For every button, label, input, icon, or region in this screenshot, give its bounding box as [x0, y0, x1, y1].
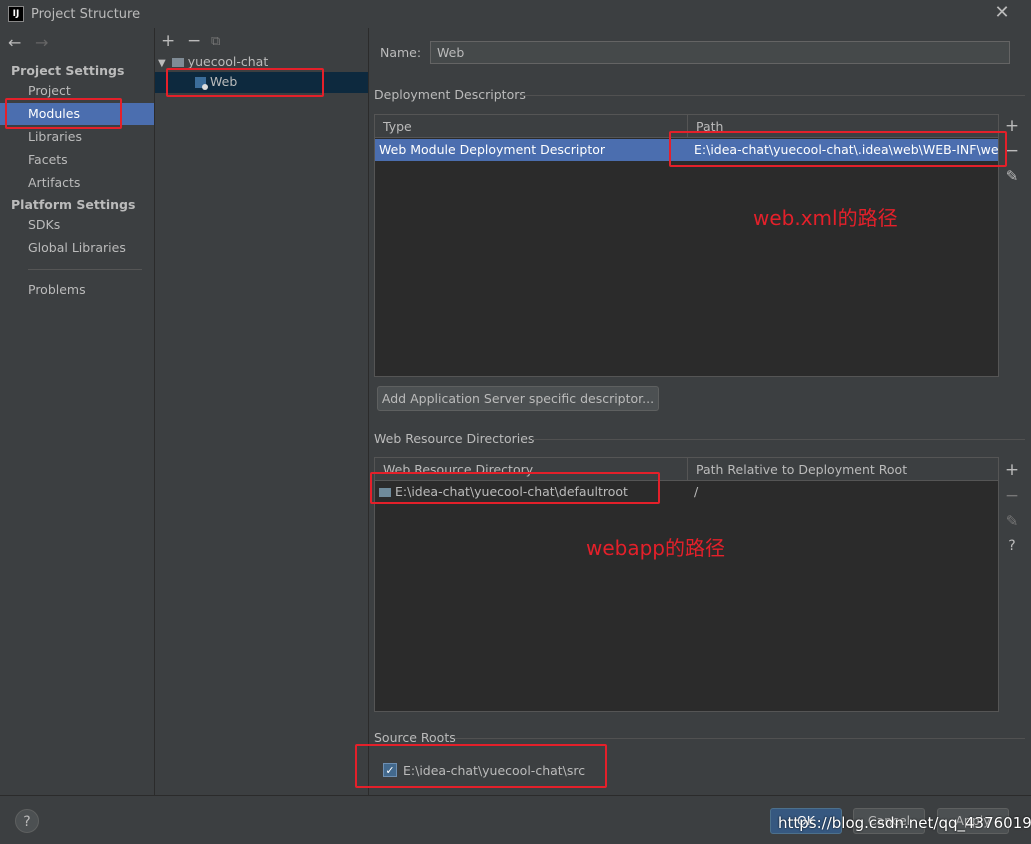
table-cell-type[interactable]: Web Module Deployment Descriptor [375, 139, 688, 161]
sidebar-item-facets[interactable]: Facets [0, 149, 154, 171]
module-tree-panel [155, 28, 369, 795]
sidebar-divider [28, 269, 142, 270]
add-resource-icon[interactable]: + [1002, 460, 1022, 480]
project-settings-heading: Project Settings [11, 63, 125, 78]
close-icon[interactable]: ✕ [992, 3, 1012, 23]
help-question-icon[interactable]: ? [1002, 538, 1022, 554]
annotation-box-web [166, 68, 324, 97]
title-bar [0, 0, 1031, 28]
section-divider [532, 439, 1025, 440]
tree-root-label: yuecool-chat [187, 54, 269, 69]
intellij-logo-icon: IJ [8, 6, 24, 22]
edit-pencil-icon[interactable]: ✎ [1002, 167, 1022, 185]
window-title: Project Structure [31, 7, 141, 22]
annotation-box-source [355, 744, 607, 788]
annotation-box-path [669, 131, 1007, 167]
back-arrow-icon[interactable]: ← [8, 33, 21, 52]
forward-arrow-icon[interactable]: → [35, 33, 48, 52]
expand-triangle-icon[interactable]: ▼ [158, 58, 166, 69]
remove-resource-icon[interactable]: − [1002, 486, 1022, 506]
annotation-webapp: webapp的路径 [586, 536, 726, 560]
module-folder-icon [171, 58, 184, 67]
watermark-text: https://blog.csdn.net/qq_43760194 [778, 814, 1031, 832]
sidebar-item-global-libraries[interactable]: Global Libraries [0, 237, 154, 259]
copy-icon[interactable]: ⧉ [211, 34, 220, 49]
sidebar-item-libraries[interactable]: Libraries [0, 126, 154, 148]
deployment-descriptors-title: Deployment Descriptors [374, 87, 526, 102]
section-divider [455, 738, 1025, 739]
help-button[interactable]: ? [15, 809, 39, 833]
annotation-webxml: web.xml的路径 [753, 206, 898, 230]
platform-settings-heading: Platform Settings [11, 197, 136, 212]
table-cell-relative-path[interactable]: / [688, 481, 998, 503]
sidebar-item-artifacts[interactable]: Artifacts [0, 172, 154, 194]
name-input[interactable]: Web [430, 41, 1010, 64]
annotation-box-modules [5, 98, 122, 129]
name-label: Name: [380, 45, 422, 60]
add-server-descriptor-button[interactable]: Add Application Server specific descript… [377, 386, 659, 411]
source-roots-title: Source Roots [374, 730, 456, 745]
remove-icon[interactable]: − [187, 31, 201, 51]
sidebar-item-sdks[interactable]: SDKs [0, 214, 154, 236]
annotation-box-resource [370, 472, 660, 504]
sidebar-item-problems[interactable]: Problems [0, 279, 154, 301]
add-icon[interactable]: + [161, 31, 175, 51]
column-header-type[interactable]: Type [375, 115, 688, 138]
edit-resource-icon[interactable]: ✎ [1002, 512, 1022, 530]
section-divider [520, 95, 1025, 96]
web-resource-directories-title: Web Resource Directories [374, 431, 535, 446]
column-header-relative-path[interactable]: Path Relative to Deployment Root [688, 458, 999, 481]
